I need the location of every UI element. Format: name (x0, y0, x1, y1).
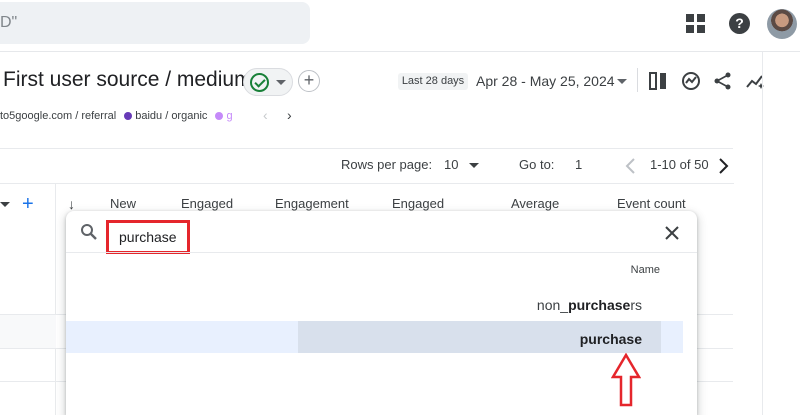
check-circle-icon (250, 73, 269, 92)
column-header[interactable]: New (110, 196, 136, 211)
option-non-purchasers[interactable]: non_purchasers (537, 297, 642, 313)
caret-down-icon (276, 80, 286, 85)
close-icon[interactable] (663, 224, 681, 242)
option-match: purchase (579, 331, 642, 347)
metric-search-value: purchase (119, 229, 177, 245)
option-purchase[interactable]: purchase (580, 331, 642, 347)
chart-legend: to5google.com / referral baidu / organic… (0, 110, 233, 122)
rows-per-page-label: Rows per page: (341, 157, 433, 172)
help-icon[interactable]: ? (729, 13, 750, 34)
apps-icon[interactable] (686, 14, 706, 34)
global-search-box[interactable]: D" (0, 2, 310, 44)
column-header[interactable]: Engaged (181, 196, 233, 211)
global-search-text: D" (0, 14, 18, 31)
table-header-line (0, 183, 733, 184)
legend-prev-button[interactable]: ‹ (263, 107, 268, 123)
date-preset-badge[interactable]: Last 28 days (398, 73, 468, 90)
popup-divider (66, 252, 697, 253)
annotation-arrow (611, 353, 641, 407)
column-header[interactable]: Event count (617, 196, 686, 211)
table-row (0, 315, 56, 348)
legend-next-button[interactable]: › (287, 107, 292, 123)
search-icon (81, 224, 97, 240)
option-text: rs (630, 297, 642, 313)
insights-icon[interactable] (681, 71, 701, 91)
share-icon[interactable] (713, 71, 733, 91)
prev-page-icon[interactable] (624, 157, 638, 175)
option-text: non_ (536, 297, 569, 313)
page-range: 1-10 of 50 (650, 157, 709, 172)
rows-per-page-select[interactable]: 10 (444, 157, 458, 172)
legend-dot (124, 112, 133, 120)
legend-item: g (226, 110, 233, 122)
dimension-caret-icon[interactable] (0, 202, 10, 207)
name-column-header: Name (630, 264, 660, 276)
compare-columns-icon[interactable] (648, 71, 668, 91)
report-status-dropdown[interactable] (243, 68, 293, 96)
legend-item: to5google.com / referral (0, 110, 117, 122)
date-range[interactable]: Apr 28 - May 25, 2024 (476, 73, 615, 89)
goto-label: Go to: (519, 157, 555, 172)
column-header[interactable]: Engagement (275, 196, 349, 211)
legend-dot (215, 112, 224, 120)
panel-divider (762, 52, 763, 415)
column-header[interactable]: Average (511, 196, 559, 211)
next-page-icon[interactable] (716, 157, 730, 175)
add-comparison-button[interactable]: + (298, 70, 320, 92)
option-match: purchase (568, 297, 631, 313)
date-caret-icon[interactable] (617, 79, 627, 84)
toolbar-divider (637, 68, 638, 92)
report-title: First user source / medium (3, 68, 252, 91)
rows-caret-icon[interactable] (469, 163, 479, 168)
legend-item: baidu / organic (135, 110, 208, 122)
metric-search-input[interactable]: purchase (106, 220, 190, 254)
avatar[interactable] (767, 9, 797, 39)
column-header[interactable]: Engaged (392, 196, 444, 211)
top-bar: D" ? (0, 0, 800, 52)
add-dimension-button[interactable]: + (22, 193, 34, 216)
goto-input[interactable]: 1 (575, 157, 582, 172)
sort-arrow-icon[interactable]: ↓ (68, 196, 75, 212)
metric-search-popup: purchase Name non_purchasers purchase (66, 211, 697, 415)
